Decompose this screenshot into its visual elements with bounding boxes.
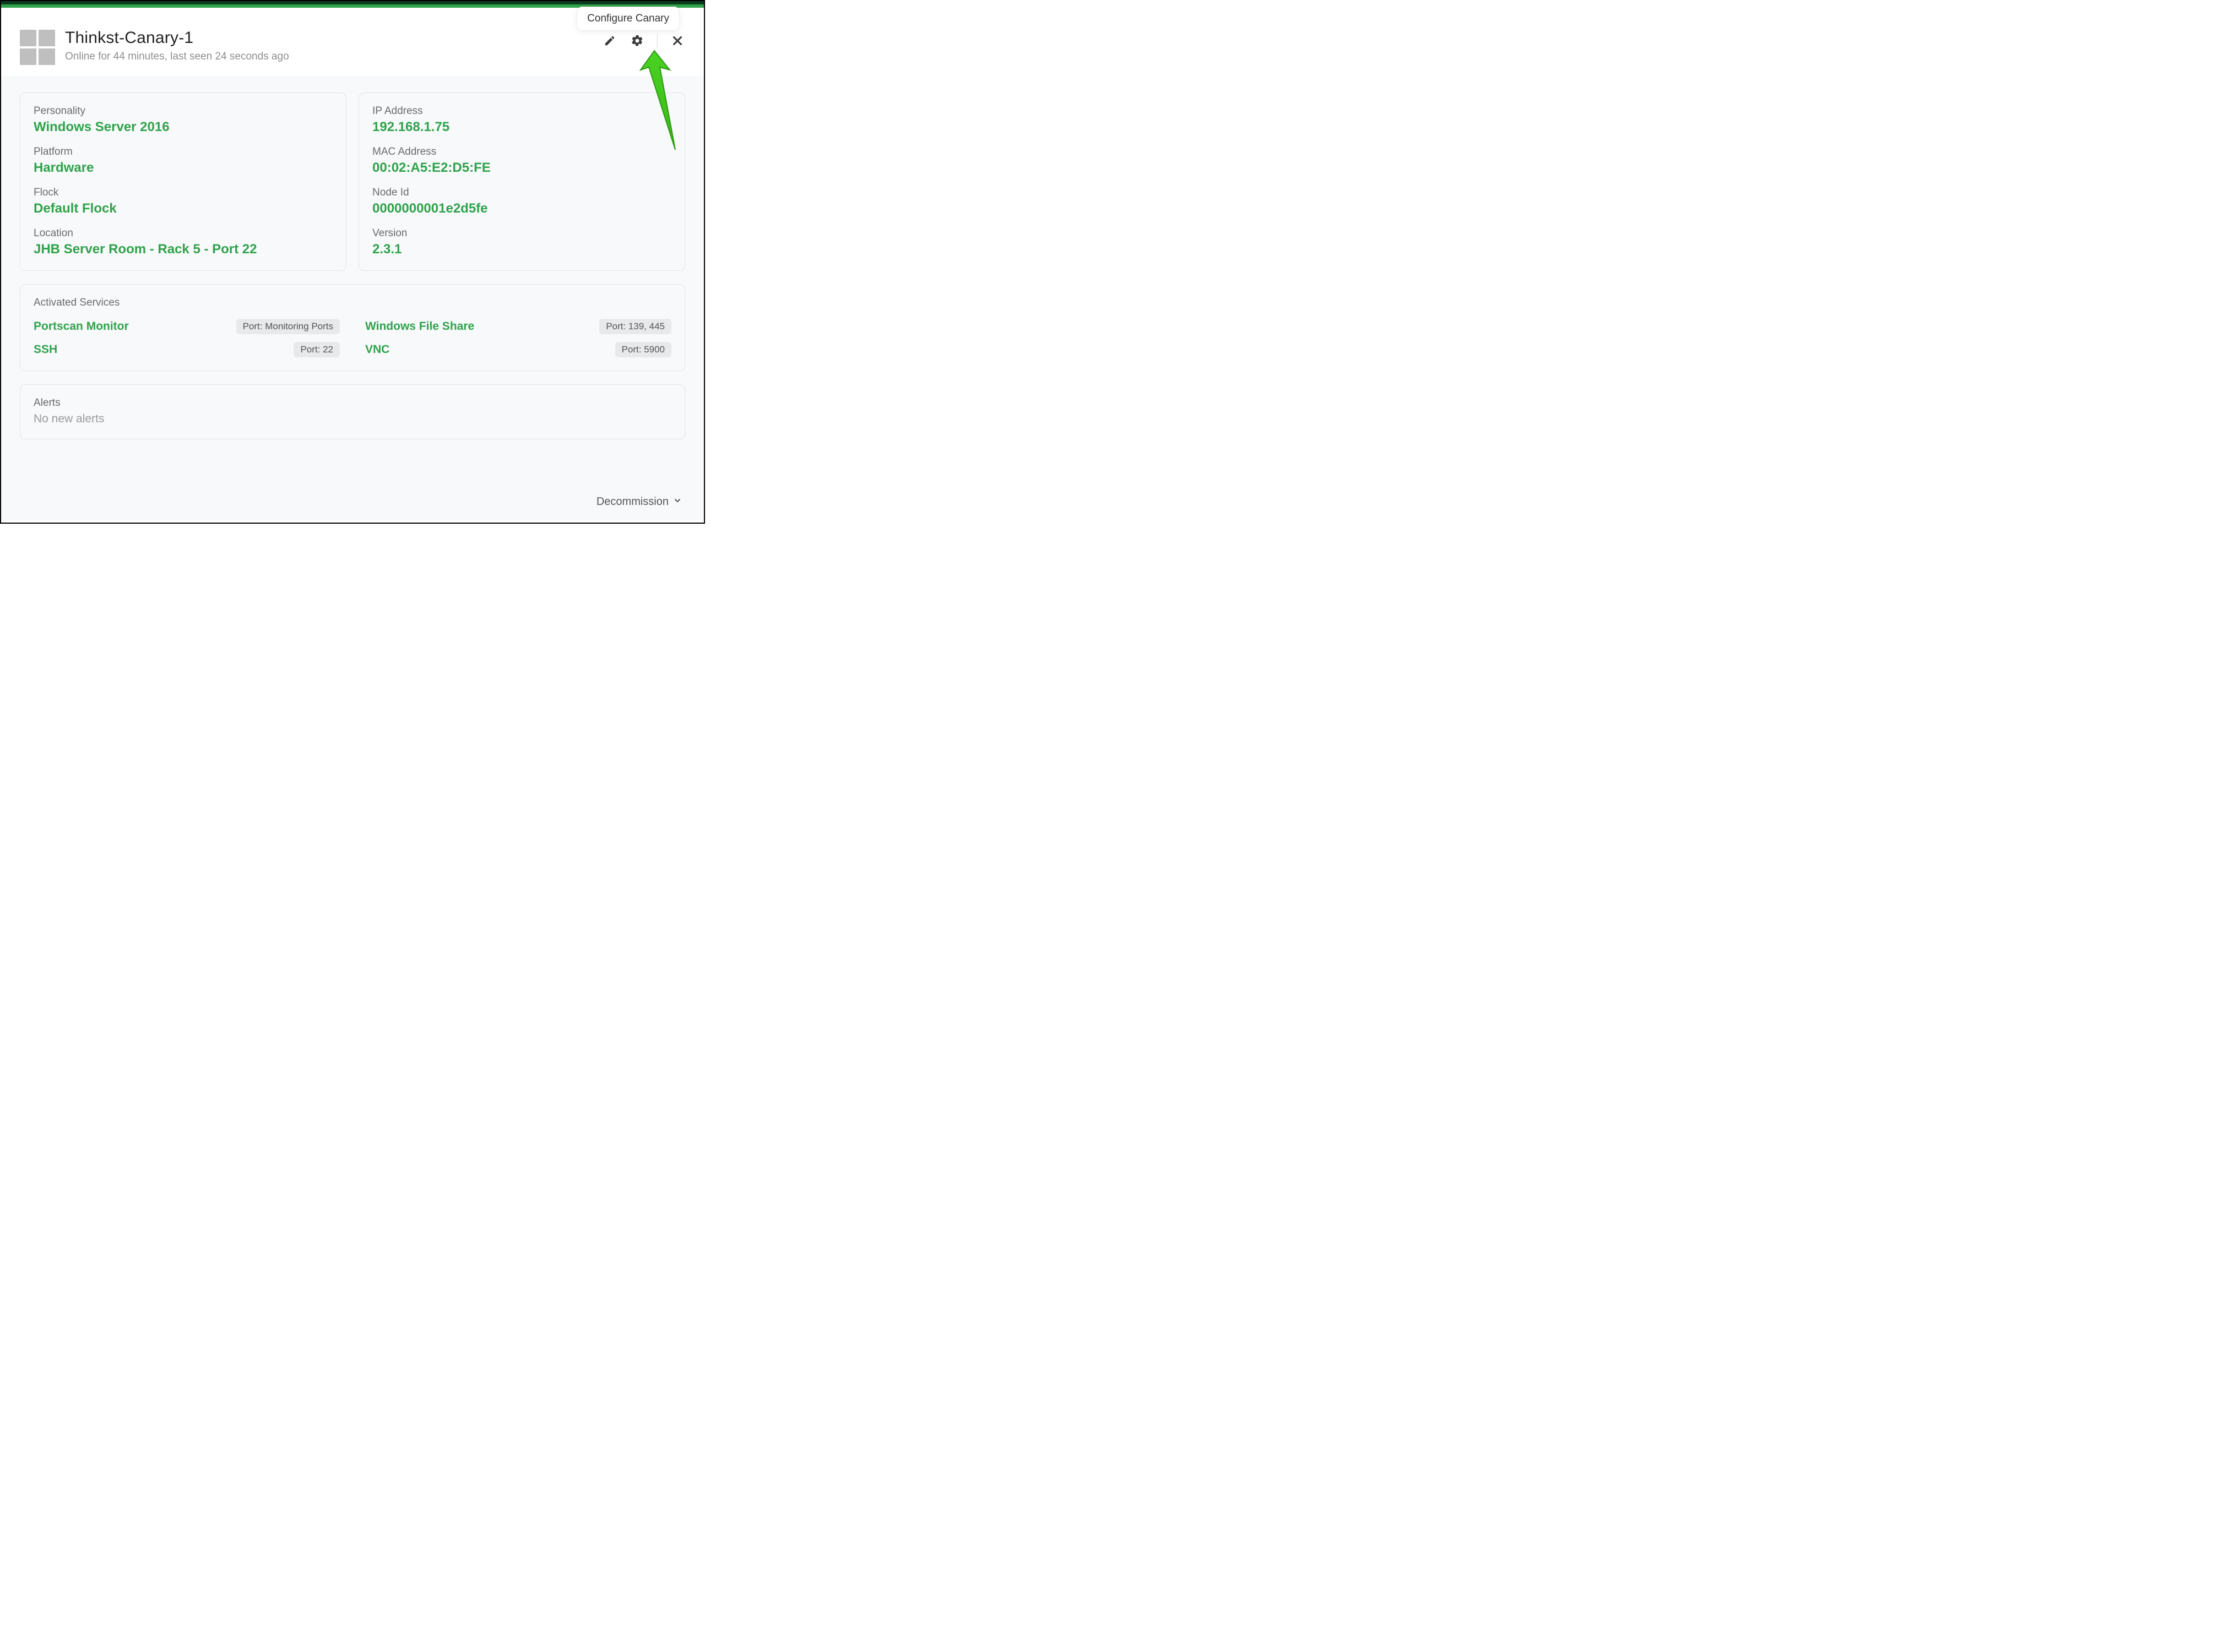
field-label: Personality bbox=[34, 105, 333, 117]
port-badge: Port: 139, 445 bbox=[599, 319, 671, 334]
decommission-dropdown[interactable]: Decommission bbox=[597, 496, 682, 508]
field-label: Platform bbox=[34, 146, 333, 158]
details-card-left: Personality Windows Server 2016 Platform H… bbox=[20, 93, 346, 271]
close-button[interactable] bbox=[670, 33, 685, 48]
windows-icon bbox=[20, 30, 55, 65]
service-row: VNC Port: 5900 bbox=[365, 342, 671, 357]
device-title: Thinkst-Canary-1 bbox=[65, 29, 602, 47]
service-row: SSH Port: 22 bbox=[34, 342, 340, 357]
field-label: Node Id bbox=[372, 187, 671, 199]
port-badge: Port: 5900 bbox=[615, 342, 671, 357]
field-label: MAC Address bbox=[372, 146, 671, 158]
service-row: Windows File Share Port: 139, 445 bbox=[365, 319, 671, 334]
services-title: Activated Services bbox=[34, 297, 671, 309]
personality-value: Windows Server 2016 bbox=[34, 119, 333, 135]
services-card: Activated Services Portscan Monitor Port… bbox=[20, 284, 685, 371]
pencil-icon bbox=[604, 35, 616, 47]
field-label: IP Address bbox=[372, 105, 671, 117]
port-badge: Port: Monitoring Ports bbox=[236, 319, 340, 334]
nodeid-value: 0000000001e2d5fe bbox=[372, 201, 671, 216]
field-label: Location bbox=[34, 227, 333, 240]
alerts-card: Alerts No new alerts bbox=[20, 384, 685, 439]
service-name: Windows File Share bbox=[365, 320, 474, 333]
ip-value: 192.168.1.75 bbox=[372, 119, 671, 135]
close-icon bbox=[671, 35, 684, 47]
service-name: Portscan Monitor bbox=[34, 320, 129, 333]
alerts-body: No new alerts bbox=[34, 412, 671, 426]
location-value: JHB Server Room - Rack 5 - Port 22 bbox=[34, 242, 333, 257]
service-row: Portscan Monitor Port: Monitoring Ports bbox=[34, 319, 340, 334]
gear-icon bbox=[631, 34, 644, 47]
field-label: Flock bbox=[34, 187, 333, 199]
flock-value: Default Flock bbox=[34, 201, 333, 216]
configure-canary-tooltip: Configure Canary bbox=[577, 7, 680, 31]
edit-button[interactable] bbox=[602, 33, 617, 48]
divider bbox=[657, 34, 658, 48]
decommission-label: Decommission bbox=[597, 496, 669, 508]
service-name: VNC bbox=[365, 343, 389, 356]
device-status: Online for 44 minutes, last seen 24 seco… bbox=[65, 51, 602, 63]
service-name: SSH bbox=[34, 343, 57, 356]
chevron-down-icon bbox=[673, 496, 682, 508]
field-label: Version bbox=[372, 227, 671, 240]
details-card-right: IP Address 192.168.1.75 MAC Address 00:02:… bbox=[359, 93, 685, 271]
alerts-title: Alerts bbox=[34, 397, 671, 409]
port-badge: Port: 22 bbox=[294, 342, 340, 357]
platform-value: Hardware bbox=[34, 160, 333, 176]
mac-value: 00:02:A5:E2:D5:FE bbox=[372, 160, 671, 176]
version-value: 2.3.1 bbox=[372, 242, 671, 257]
configure-button[interactable] bbox=[630, 33, 645, 48]
